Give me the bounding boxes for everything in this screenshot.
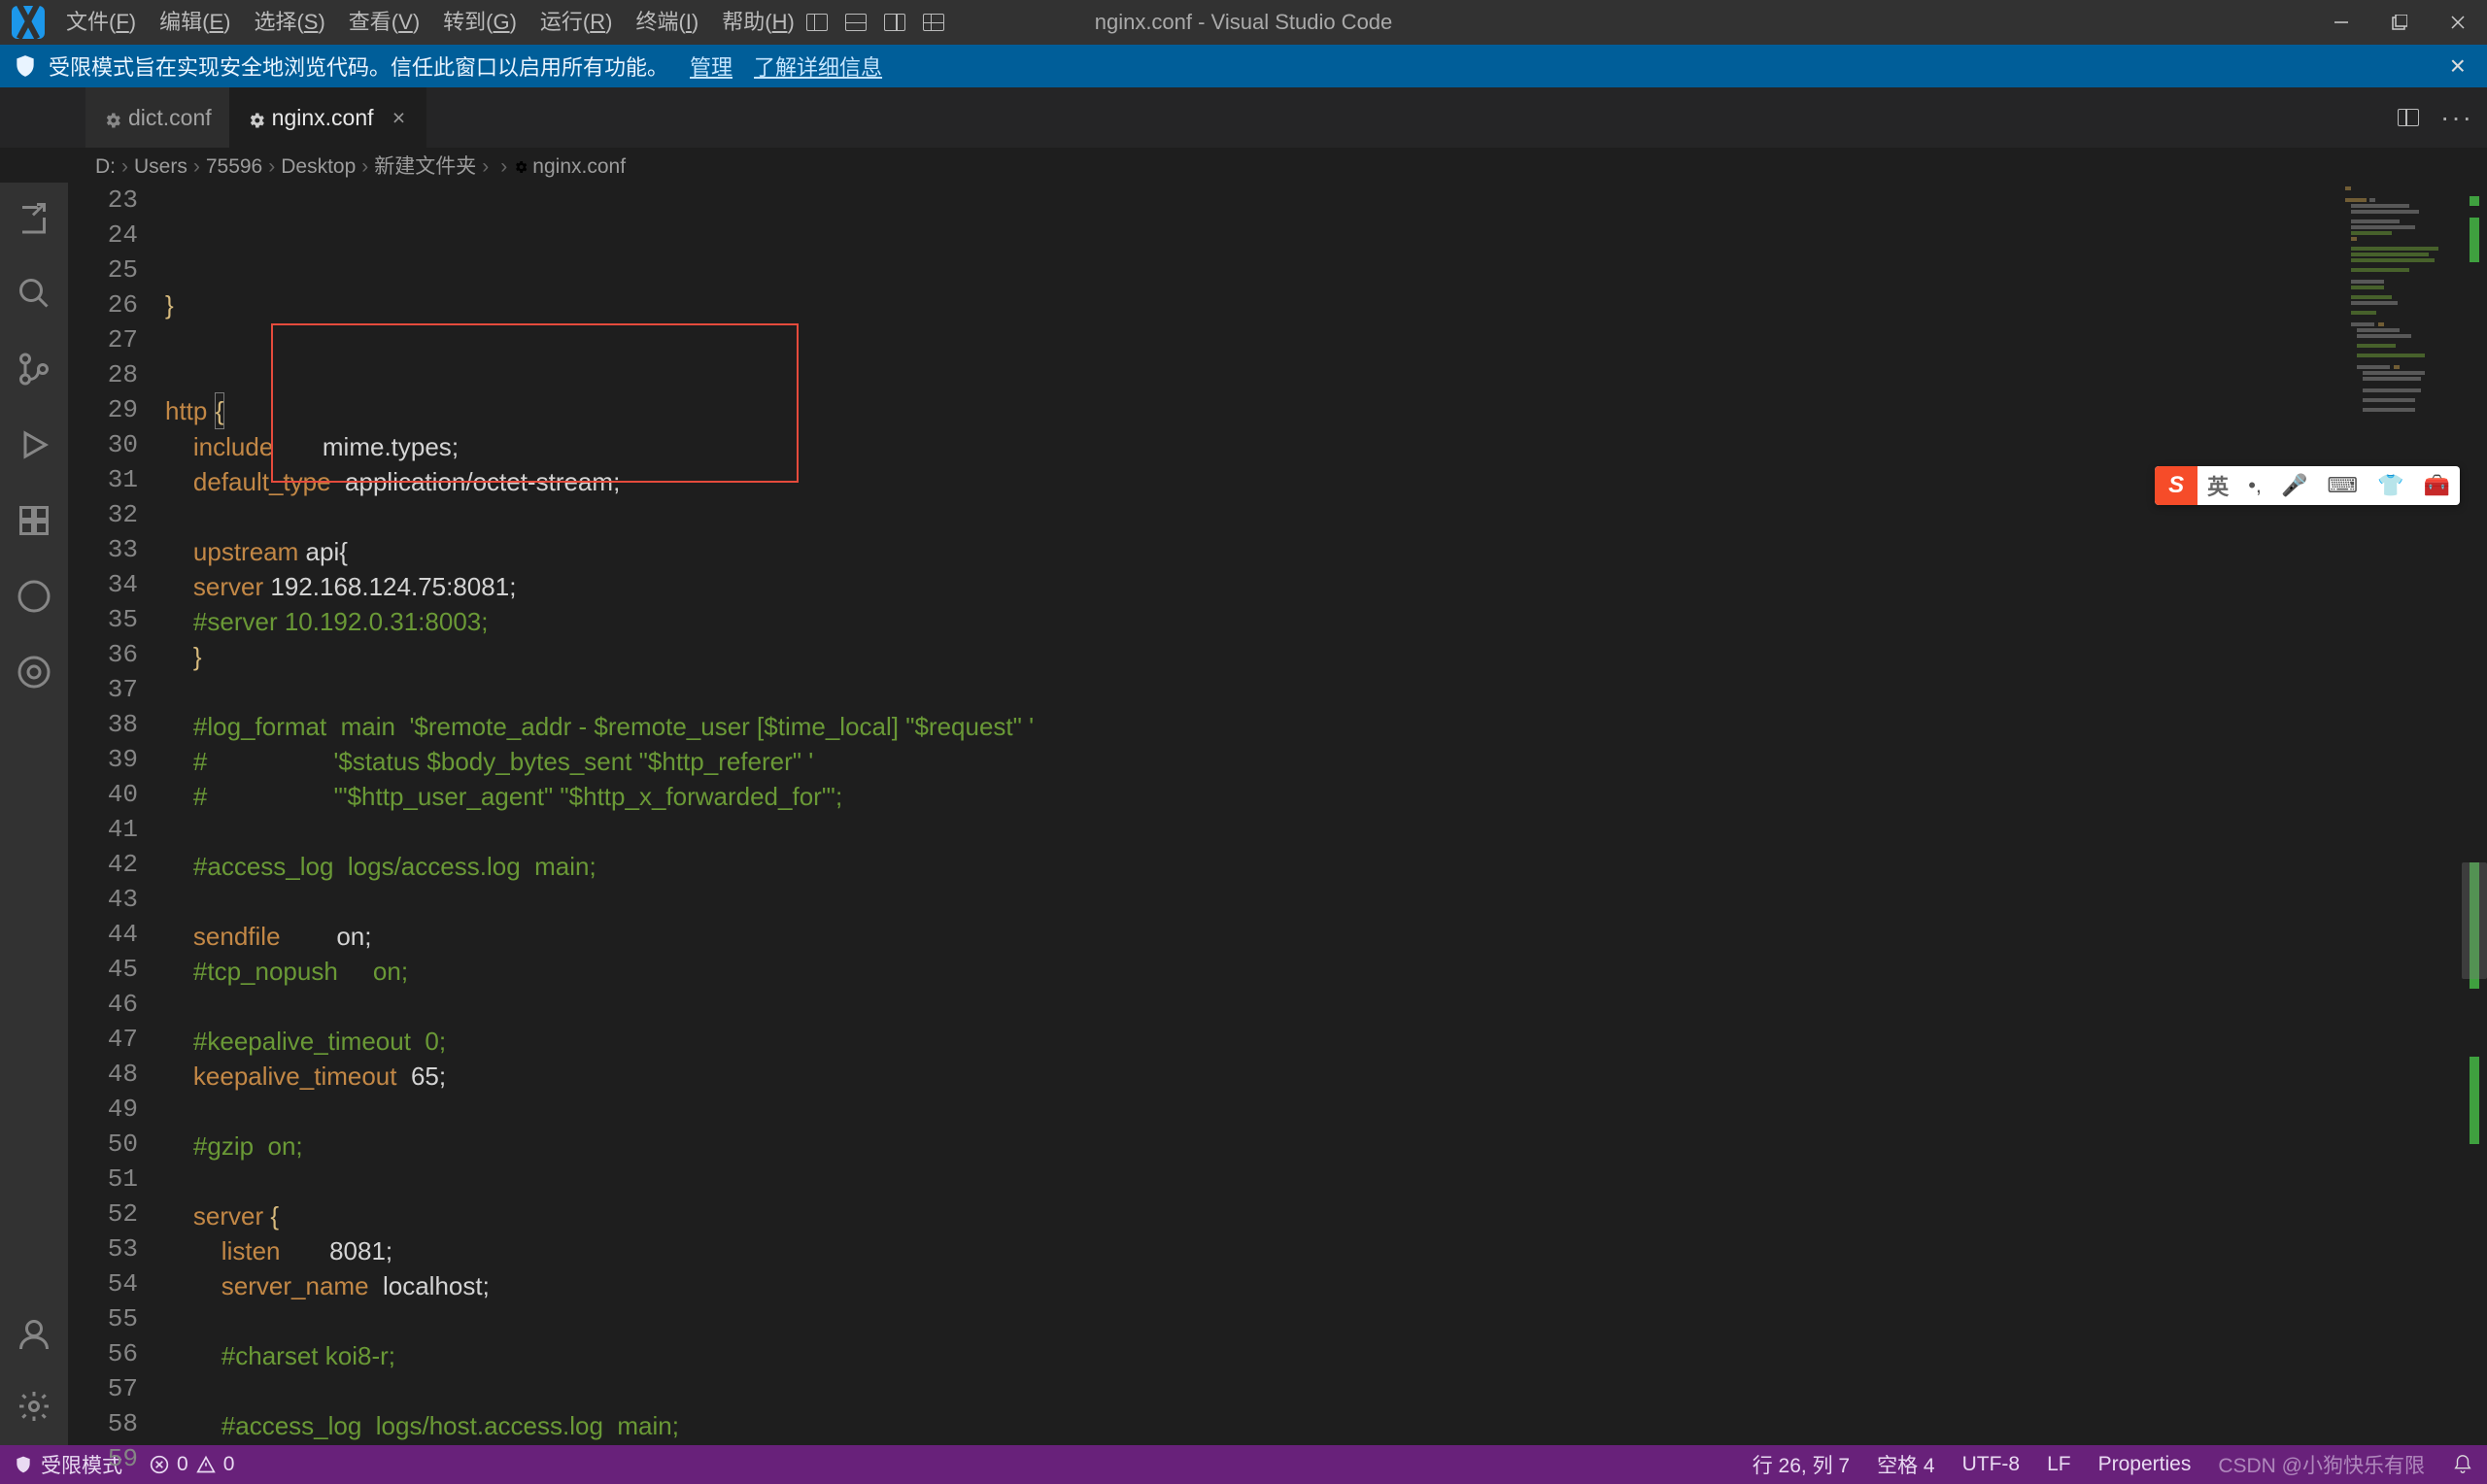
ime-lang[interactable]: 英 [2197,470,2238,501]
status-watermark: CSDN @小狗快乐有限 [2218,1450,2425,1479]
ime-mic-icon[interactable]: 🎤 [2271,473,2317,498]
banner-close-button[interactable]: × [2450,51,2466,82]
window-title: nginx.conf - Visual Studio Code [1095,10,1393,35]
sogou-logo-icon: S [2155,466,2197,505]
menu-7[interactable]: 帮助(H) [710,0,806,45]
search-icon[interactable] [13,272,55,315]
ime-toolbar[interactable]: S 英 •, 🎤 ⌨ 👕 🧰 [2155,466,2460,505]
ime-keyboard-icon[interactable]: ⌨ [2317,473,2368,498]
settings-gear-icon[interactable] [13,1385,55,1428]
menu-4[interactable]: 转到(G) [431,0,528,45]
extensions-icon[interactable] [13,499,55,542]
more-actions-icon[interactable]: ··· [2440,102,2473,133]
breadcrumb-seg[interactable]: Users [130,155,191,178]
shield-icon [12,52,39,80]
explorer-icon[interactable] [13,196,55,239]
activity-bar [0,183,68,1445]
minimap[interactable] [2335,183,2462,1445]
restricted-mode-banner: 受限模式旨在实现安全地浏览代码。信任此窗口以启用所有功能。 管理 了解详细信息 … [0,45,2487,87]
gear-icon [103,110,119,125]
line-number-gutter: 23 24 25 26 27 28 29 30 31 32 33 34 35 3… [68,183,165,1445]
status-notifications-icon[interactable] [2452,1454,2473,1475]
split-editor-icon[interactable] [2398,109,2419,126]
menu-1[interactable]: 编辑(E) [148,0,242,45]
breadcrumb-seg[interactable]: 新建文件夹 [370,155,480,178]
vertical-scrollbar[interactable] [2462,183,2487,1445]
breadcrumb-seg[interactable]: 75596 [202,155,266,178]
scrollbar-thumb[interactable] [2462,862,2487,979]
customize-layout-icon[interactable] [923,14,944,31]
menu-3[interactable]: 查看(V) [337,0,431,45]
breadcrumb-seg[interactable]: D: [91,155,119,178]
tab-dict-conf[interactable]: dict.conf [85,87,229,148]
vscode-logo-icon [12,6,45,39]
run-debug-icon[interactable] [13,423,55,466]
maximize-button[interactable] [2370,0,2429,45]
toggle-panel-icon[interactable] [845,14,867,31]
status-restricted-mode[interactable]: 受限模式 [14,1450,122,1479]
menu-5[interactable]: 运行(R) [528,0,625,45]
menu-6[interactable]: 终端(I) [624,0,710,45]
banner-manage-link[interactable]: 管理 [690,51,732,82]
close-button[interactable] [2429,0,2487,45]
menu-bar: 文件(F)编辑(E)选择(S)查看(V)转到(G)运行(R)终端(I)帮助(H)… [0,0,2487,45]
minimize-button[interactable] [2312,0,2370,45]
editor-tabs: dict.confnginx.conf× ··· [0,87,2487,148]
banner-learn-link[interactable]: 了解详细信息 [754,51,882,82]
breadcrumb-bar[interactable]: D:›Users›75596›Desktop›新建文件夹››nginx.conf [0,148,2487,183]
github-icon[interactable] [13,575,55,618]
gear-icon [247,110,262,125]
accounts-icon[interactable] [13,1313,55,1356]
remote-icon[interactable] [13,651,55,693]
ime-punct-icon[interactable]: •, [2238,473,2271,498]
menu-2[interactable]: 选择(S) [242,0,336,45]
breadcrumb-seg[interactable]: Desktop [277,155,359,178]
ime-tools-icon[interactable]: 🧰 [2414,473,2460,498]
toggle-primary-side-bar-icon[interactable] [806,14,828,31]
banner-message: 受限模式旨在实现安全地浏览代码。信任此窗口以启用所有功能。 [49,51,668,82]
close-tab-icon[interactable]: × [390,105,409,131]
layout-controls [806,14,944,31]
tab-nginx-conf[interactable]: nginx.conf× [229,87,426,148]
code-content[interactable]: } http { include mime.types; default_typ… [165,183,2335,1445]
code-editor[interactable]: 23 24 25 26 27 28 29 30 31 32 33 34 35 3… [68,183,2487,1445]
toggle-secondary-side-bar-icon[interactable] [884,14,905,31]
source-control-icon[interactable] [13,348,55,390]
breadcrumb-seg[interactable]: nginx.conf [509,155,630,178]
menu-0[interactable]: 文件(F) [54,0,148,45]
ime-skin-icon[interactable]: 👕 [2368,473,2413,498]
